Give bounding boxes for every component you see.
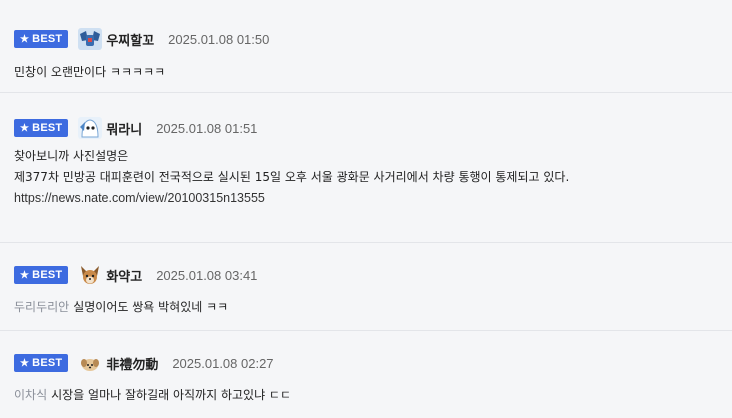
dog-avatar-icon[interactable] — [78, 264, 102, 286]
ghost-avatar-icon[interactable] — [78, 117, 103, 139]
comment-item: ★ BEST 화약고 2025.01.08 03:41 두리두리안 실명이어도 쌍욕… — [0, 243, 732, 331]
comment-body: 민창이 오랜만이다 ㅋㅋㅋㅋㅋ — [14, 62, 718, 83]
comment-link[interactable]: https://news.nate.com/view/20100315n1355… — [14, 188, 718, 209]
comment-meta: ★ BEST 非禮勿動 2025.01.08 02:27 — [14, 352, 718, 374]
comment-text: 이차식 시장을 얼마나 잘하길래 아직까지 하고있냐 ㄷㄷ — [14, 388, 291, 402]
nickname[interactable]: 非禮勿動 — [106, 354, 158, 373]
timestamp: 2025.01.08 01:51 — [156, 120, 258, 136]
comment-meta: ★ BEST 화약고 2025.01.08 03:41 — [14, 264, 718, 286]
comment-item: ★ BEST 우찌할꼬 2025.01.08 01:50 민창이 오랜만이다 ㅋㅋ… — [0, 0, 732, 93]
nickname[interactable]: 화약고 — [106, 266, 142, 285]
reply-to-mention[interactable]: 두리두리안 — [14, 300, 69, 314]
comment-text: 제377차 민방공 대피훈련이 전국적으로 실시된 15일 오후 서울 광화문 … — [14, 170, 570, 184]
comment-item: ★ BEST 뭐라니 2025.01.08 01:51 찾아보니까 사진설명은 제… — [0, 93, 732, 243]
timestamp: 2025.01.08 02:27 — [172, 355, 274, 371]
best-badge-label: BEST — [32, 122, 63, 134]
reply-to-mention[interactable]: 이차식 — [14, 388, 47, 402]
best-badge-label: BEST — [32, 33, 63, 45]
star-icon: ★ — [20, 122, 30, 134]
nickname[interactable]: 뭐라니 — [106, 119, 142, 138]
comment-meta: ★ BEST 뭐라니 2025.01.08 01:51 — [14, 117, 718, 139]
robot-avatar-icon[interactable] — [78, 28, 103, 50]
comment-body: 이차식 시장을 얼마나 잘하길래 아직까지 하고있냐 ㄷㄷ — [14, 385, 718, 406]
comment-meta: ★ BEST 우찌할꼬 2025.01.08 01:50 — [14, 28, 718, 50]
best-badge: ★ BEST — [14, 266, 69, 284]
comment-list: ★ BEST 우찌할꼬 2025.01.08 01:50 민창이 오랜만이다 ㅋㅋ… — [0, 0, 732, 418]
comment-text: 찾아보니까 사진설명은 — [14, 149, 129, 163]
comment-text: 두리두리안 실명이어도 쌍욕 박혀있네 ㅋㅋ — [14, 300, 229, 314]
comment-body: 두리두리안 실명이어도 쌍욕 박혀있네 ㅋㅋ — [14, 297, 718, 318]
star-icon: ★ — [20, 357, 30, 369]
best-badge-label: BEST — [32, 357, 63, 369]
best-badge: ★ BEST — [14, 354, 69, 372]
star-icon: ★ — [20, 33, 30, 45]
best-badge: ★ BEST — [14, 119, 69, 137]
comment-body: 찾아보니까 사진설명은 제377차 민방공 대피훈련이 전국적으로 실시된 15… — [14, 146, 718, 209]
best-badge-label: BEST — [32, 269, 63, 281]
nickname[interactable]: 우찌할꼬 — [106, 30, 154, 49]
timestamp: 2025.01.08 01:50 — [168, 31, 270, 47]
puppy-avatar-icon[interactable] — [78, 352, 102, 374]
timestamp: 2025.01.08 03:41 — [156, 267, 258, 283]
best-badge: ★ BEST — [14, 30, 69, 48]
comment-item: ★ BEST 非禮勿動 2025.01.08 02:27 이차식 시장을 얼마나 잘… — [0, 331, 732, 418]
comment-text: 민창이 오랜만이다 ㅋㅋㅋㅋㅋ — [14, 65, 166, 79]
star-icon: ★ — [20, 269, 30, 281]
